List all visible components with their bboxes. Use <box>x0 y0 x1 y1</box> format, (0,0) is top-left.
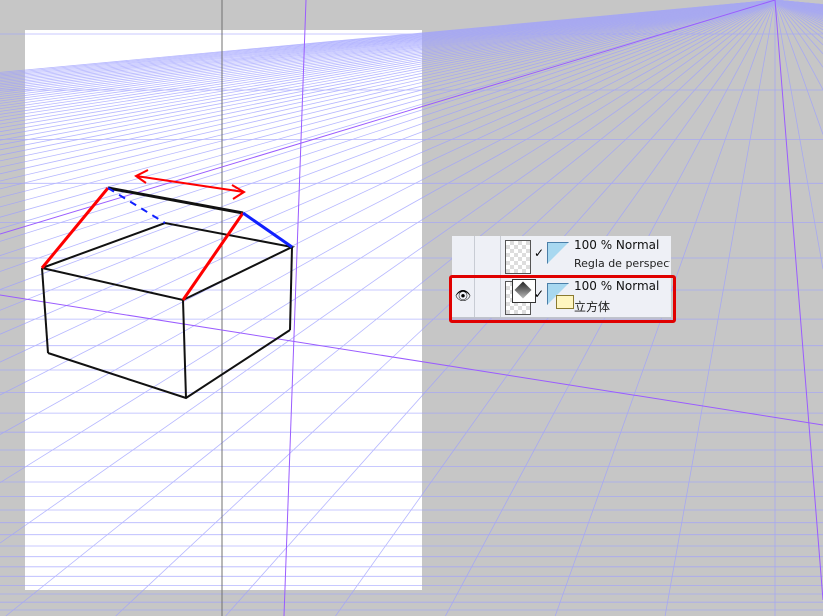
visibility-toggle[interactable] <box>452 236 475 276</box>
layer-blend: 100 % Normal <box>574 238 660 252</box>
grid-line <box>774 0 823 270</box>
layer-thumbnail <box>505 240 531 274</box>
layer-name: Regla de perspectiva <box>574 257 670 270</box>
perspective-canvas[interactable] <box>0 0 823 616</box>
ruler-icon <box>547 242 569 264</box>
selection-highlight <box>449 275 676 323</box>
layer-row[interactable]: ✓ 100 % Normal Regla de perspectiva <box>452 236 671 277</box>
check-icon: ✓ <box>534 246 545 260</box>
lock-column[interactable] <box>475 236 501 276</box>
grid-line <box>774 0 823 135</box>
grid-line <box>664 0 776 616</box>
